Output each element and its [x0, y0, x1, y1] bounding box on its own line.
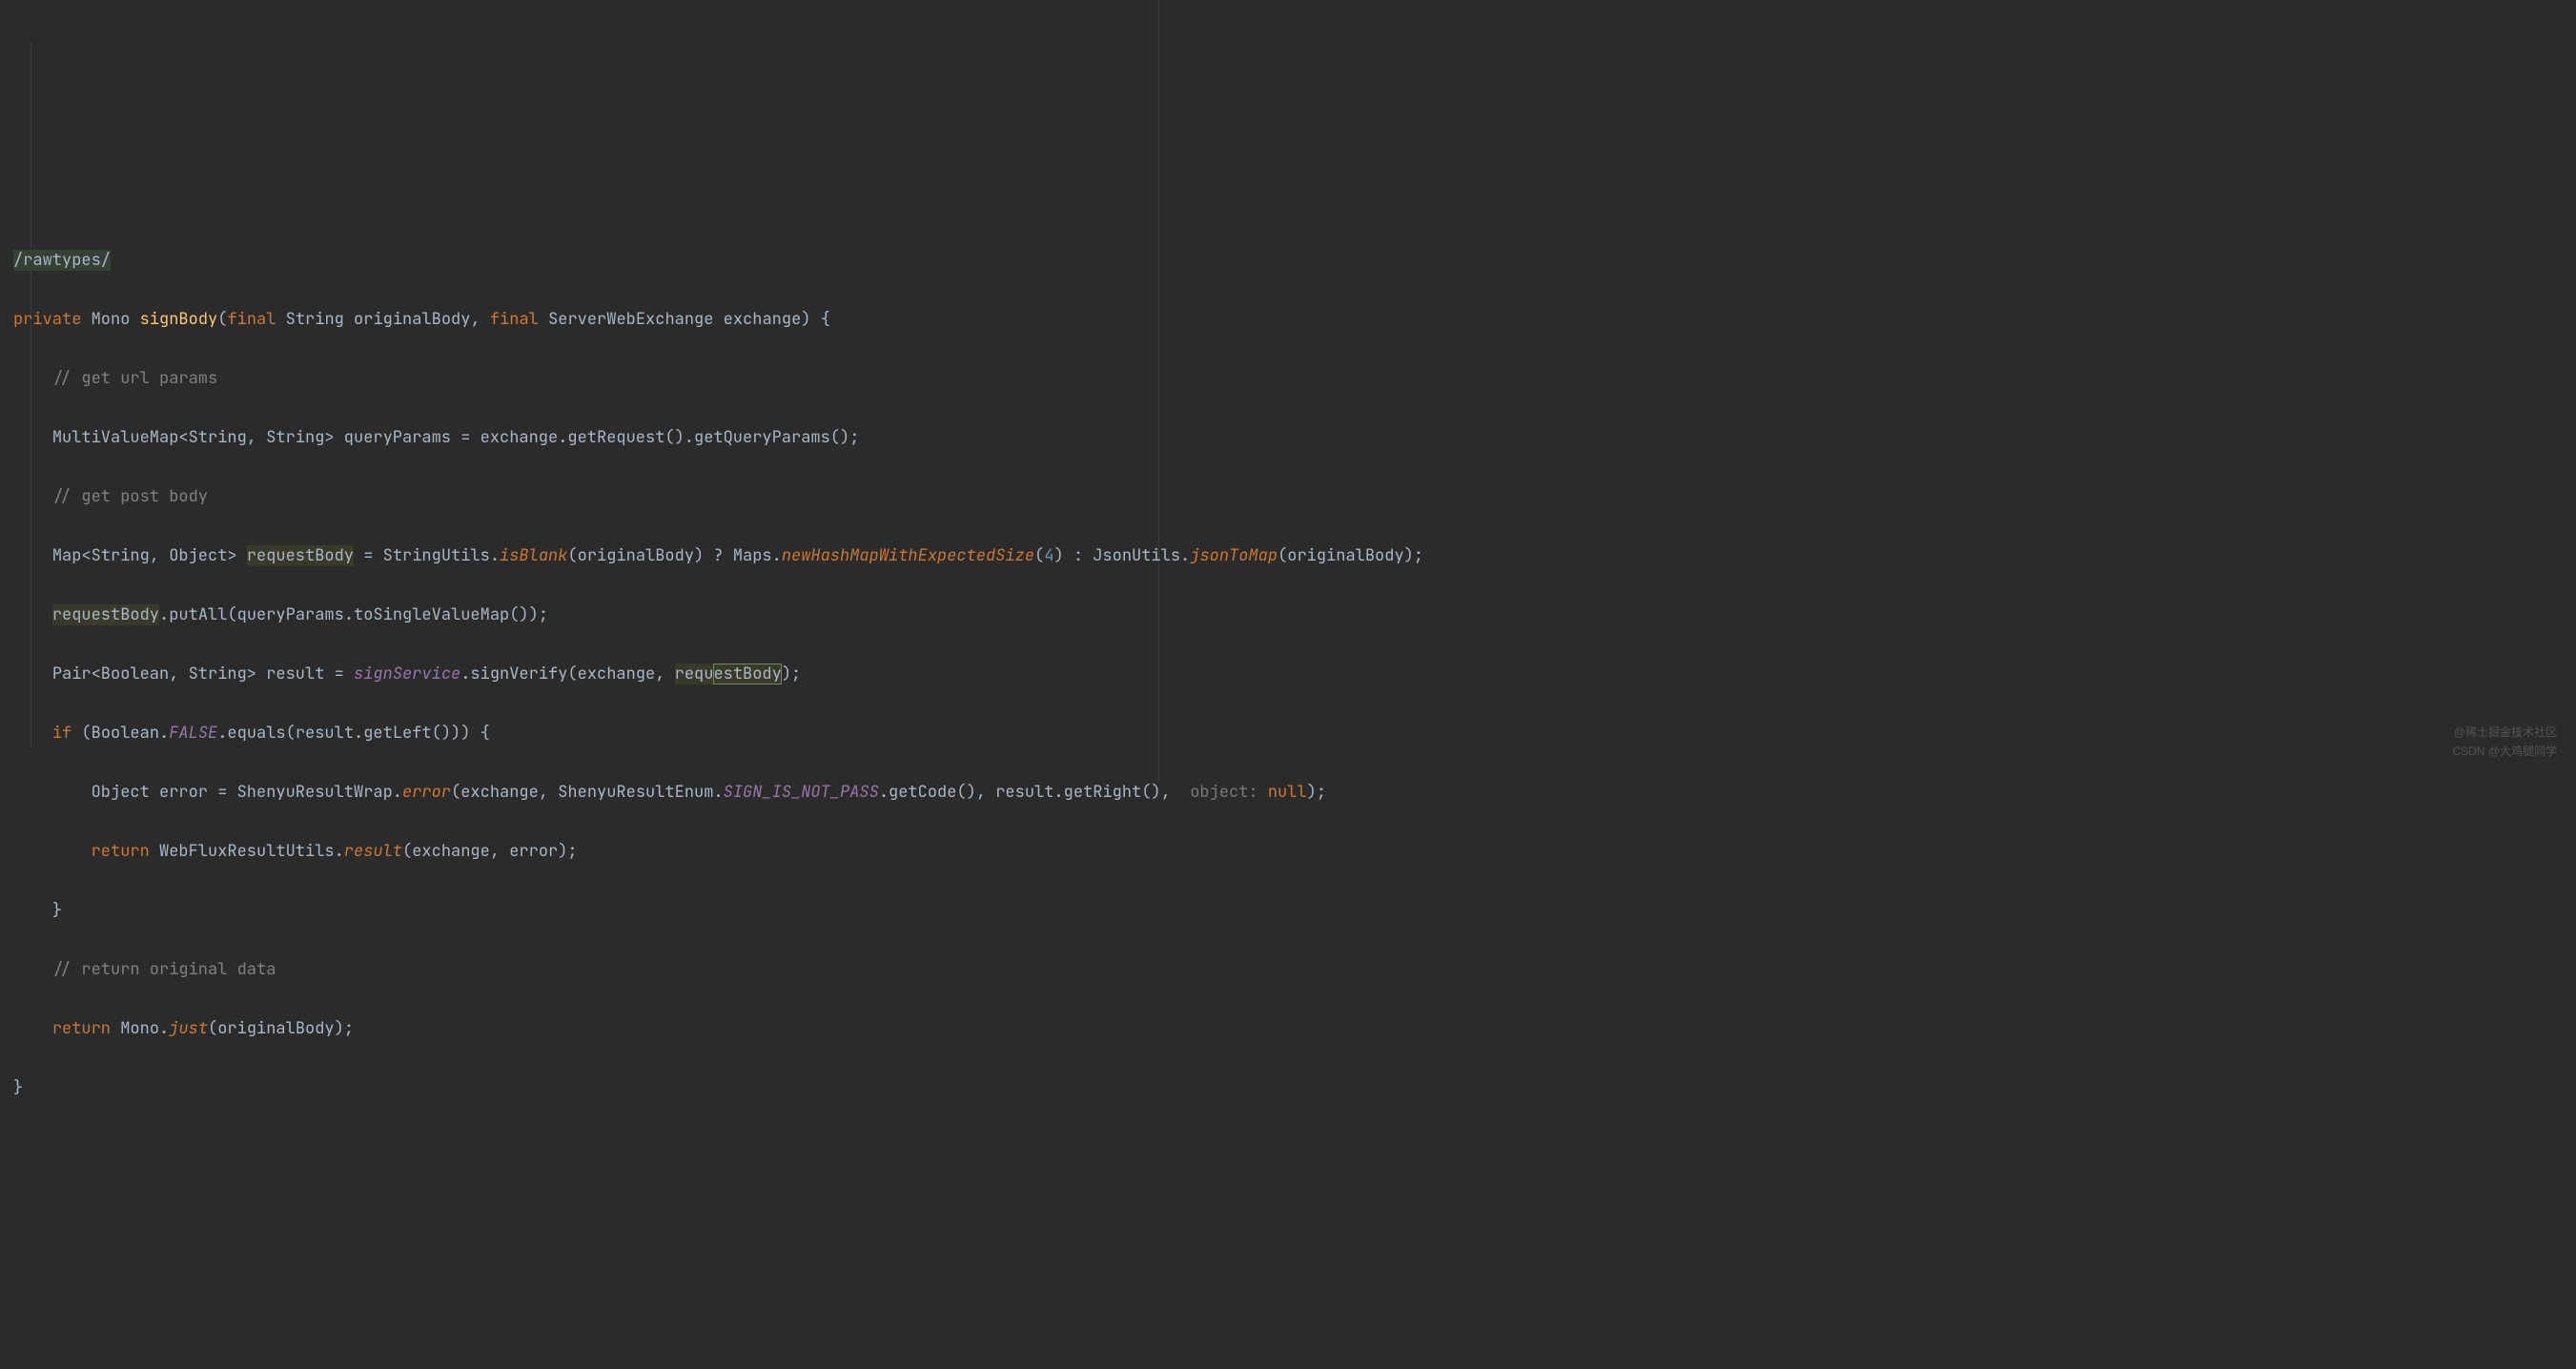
var-highlight: requestBody [52, 604, 159, 625]
code: = StringUtils. [354, 545, 500, 566]
comment: // return original data [52, 959, 276, 980]
code: Pair<Boolean, String> result = [52, 664, 354, 684]
number: 4 [1044, 545, 1053, 566]
code-line[interactable]: /rawtypes/ [13, 246, 2576, 276]
code-line[interactable]: // return original data [13, 955, 2576, 985]
code: WebFluxResultUtils. [150, 841, 344, 862]
code: .putAll(queryParams.toSingleValueMap()); [159, 604, 548, 625]
code-line[interactable]: // get url params [13, 364, 2576, 394]
static-call: newHashMapWithExpectedSize [782, 545, 1034, 566]
code-line[interactable]: } [13, 1073, 2576, 1103]
code-line[interactable]: // get post body [13, 482, 2576, 512]
code: .equals(result.getLeft())) { [217, 723, 490, 744]
var-highlight: requestBody [247, 545, 354, 566]
type: Mono [92, 309, 131, 330]
brace: } [13, 1077, 23, 1098]
enum-constant: SIGN_IS_NOT_PASS [724, 782, 879, 803]
code-line[interactable]: MultiValueMap<String, String> queryParam… [13, 423, 2576, 453]
param-name: exchange [724, 309, 802, 330]
method-name: signBody [140, 309, 218, 330]
code: ); [1307, 782, 1326, 803]
param-name: originalBody [354, 309, 470, 330]
var-highlight: requ [675, 664, 714, 684]
code: .signVerify(exchange, [460, 664, 674, 684]
static-call: result [344, 841, 402, 862]
code-line[interactable]: } [13, 896, 2576, 926]
param-type: ServerWebExchange [548, 309, 713, 330]
keyword-return: return [92, 841, 150, 862]
code-line[interactable]: Object error = ShenyuResultWrap.error(ex… [13, 778, 2576, 807]
code: .getCode(), result.getRight(), [879, 782, 1180, 803]
code: (exchange, error); [402, 841, 578, 862]
constant: FALSE [169, 723, 217, 744]
code: (originalBody); [208, 1018, 354, 1039]
keyword-final: final [490, 309, 539, 330]
static-call: jsonToMap [1190, 545, 1278, 566]
code: ( [1034, 545, 1044, 566]
code-line[interactable]: if (Boolean.FALSE.equals(result.getLeft(… [13, 719, 2576, 748]
comment: // get url params [52, 368, 217, 389]
keyword-null: null [1268, 782, 1307, 803]
code: (originalBody); [1278, 545, 1423, 566]
caret[interactable]: estBody [713, 664, 781, 684]
watermark-csdn: CSDN @大鸡腿同学 [2452, 737, 2557, 766]
code-line[interactable]: Pair<Boolean, String> result = signServi… [13, 660, 2576, 689]
keyword-private: private [13, 309, 81, 330]
code: (Boolean. [72, 723, 169, 744]
code: ) : JsonUtils. [1053, 545, 1190, 566]
comment: // get post body [52, 486, 208, 507]
statement: MultiValueMap<String, String> queryParam… [52, 427, 860, 448]
doc-tag: /rawtypes/ [13, 250, 111, 271]
code-line[interactable]: return Mono.just(originalBody); [13, 1014, 2576, 1044]
keyword-if: if [52, 723, 72, 744]
keyword-return: return [52, 1018, 111, 1039]
type: Map<String, Object> [52, 545, 247, 566]
code-line[interactable]: return WebFluxResultUtils.result(exchang… [13, 837, 2576, 867]
code-line[interactable]: private Mono signBody(final String origi… [13, 305, 2576, 335]
code-line[interactable]: requestBody.putAll(queryParams.toSingleV… [13, 601, 2576, 630]
static-call: just [169, 1018, 208, 1039]
code: ); [782, 664, 801, 684]
code: Mono. [111, 1018, 169, 1039]
inlay-hint: object: [1180, 782, 1268, 803]
brace: } [52, 900, 62, 921]
code-line[interactable]: Map<String, Object> requestBody = String… [13, 541, 2576, 571]
brace: { [810, 309, 829, 330]
code: (originalBody) ? Maps. [567, 545, 781, 566]
static-call: isBlank [500, 545, 567, 566]
code-editor[interactable]: /rawtypes/ private Mono signBody(final S… [13, 216, 2576, 1133]
code: (exchange, ShenyuResultEnum. [451, 782, 724, 803]
static-call: error [402, 782, 451, 803]
param-type: String [286, 309, 344, 330]
code: Object error = ShenyuResultWrap. [92, 782, 402, 803]
field: signService [354, 664, 460, 684]
keyword-final: final [227, 309, 276, 330]
